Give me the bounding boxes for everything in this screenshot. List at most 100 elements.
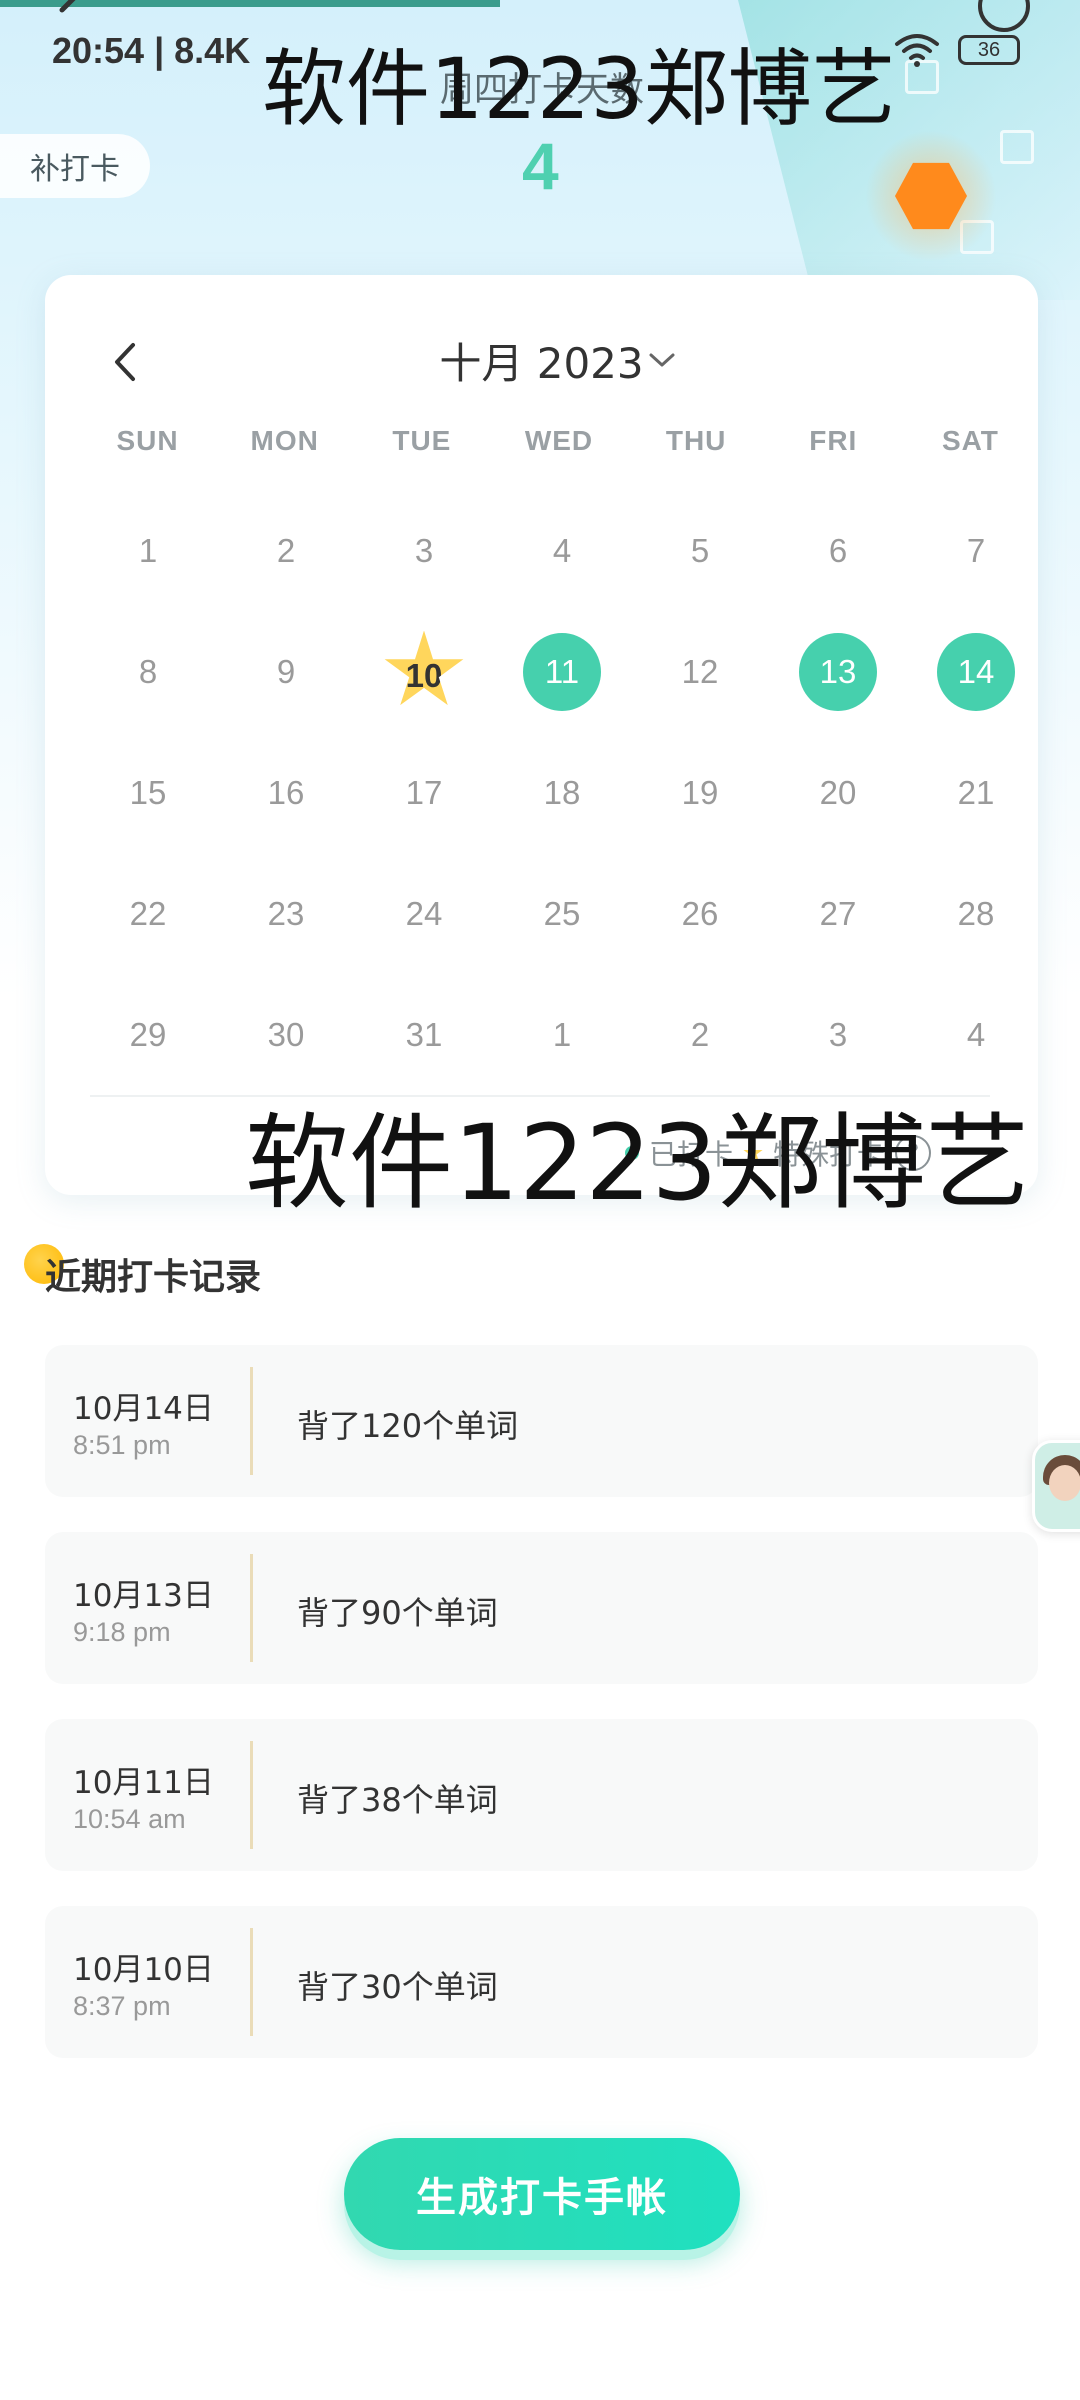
calendar-day[interactable]: 22 xyxy=(79,853,217,974)
calendar-week-row: 29 30 31 1 2 3 4 xyxy=(79,974,1045,1095)
back-icon[interactable] xyxy=(50,0,90,32)
calendar-day-number: 26 xyxy=(681,894,719,932)
calendar-day[interactable]: 3 xyxy=(355,490,493,611)
weekday-label: THU xyxy=(665,425,727,456)
record-item[interactable]: 10月10日 8:37 pm 背了30个单词 xyxy=(45,1906,1038,2058)
calendar-day-number: 24 xyxy=(405,894,443,932)
calendar-day-number: 1 xyxy=(138,531,158,569)
watermark-middle: 软件1223郑博艺 xyxy=(245,1102,1030,1224)
calendar-day[interactable]: 28 xyxy=(907,853,1045,974)
watermark-top: 软件1223郑博艺 xyxy=(262,40,896,138)
calendar-day-number: 2 xyxy=(690,1015,710,1053)
calendar-day[interactable]: 3 xyxy=(769,974,907,1095)
record-item[interactable]: 10月11日 10:54 am 背了38个单词 xyxy=(45,1719,1038,1871)
record-date: 10月10日 xyxy=(73,1952,214,1988)
weekday-label: WED xyxy=(524,425,594,456)
record-time: 8:37 pm xyxy=(73,1991,171,2021)
avatar-face xyxy=(1049,1465,1080,1501)
calendar-day[interactable]: 6 xyxy=(769,490,907,611)
record-separator xyxy=(250,1367,253,1475)
calendar-day[interactable]: 2 xyxy=(631,974,769,1095)
record-item[interactable]: 10月13日 9:18 pm 背了90个单词 xyxy=(45,1532,1038,1684)
calendar-day[interactable]: 17 xyxy=(355,732,493,853)
calendar-day-number: 25 xyxy=(543,894,581,932)
status-time: 20:54 | 8.4K xyxy=(52,30,251,71)
calendar-day[interactable]: 15 xyxy=(79,732,217,853)
calendar-day-number: 4 xyxy=(552,531,572,569)
record-separator xyxy=(250,1741,253,1849)
record-separator xyxy=(250,1554,253,1662)
calendar-day-number: 7 xyxy=(966,531,986,569)
calendar-day[interactable]: 12 xyxy=(631,611,769,732)
calendar-day[interactable]: 24 xyxy=(355,853,493,974)
weekday-label: SUN xyxy=(116,425,179,456)
calendar-day-number: 2 xyxy=(276,531,296,569)
record-date: 10月13日 xyxy=(73,1578,214,1614)
calendar-day[interactable]: 20 xyxy=(769,732,907,853)
calendar-day[interactable]: 31 xyxy=(355,974,493,1095)
record-date: 10月14日 xyxy=(73,1391,214,1427)
calendar-day-number: 18 xyxy=(543,773,581,811)
calendar-day-number: 14 xyxy=(937,632,1015,711)
calendar-day[interactable]: 1 xyxy=(493,974,631,1095)
record-separator xyxy=(250,1928,253,2036)
calendar-week-row: 22 23 24 25 26 27 28 xyxy=(79,853,1045,974)
calendar-day[interactable]: 25 xyxy=(493,853,631,974)
calendar-day-special[interactable]: 10 xyxy=(355,611,493,732)
calendar-grid: 1 2 3 4 5 6 7 8 9 10 11 12 13 14 15 16 17 18 19 20 21 22 23 24 2… xyxy=(79,490,1045,1095)
calendar-day-number: 27 xyxy=(819,894,857,932)
calendar-day-number: 3 xyxy=(828,1015,848,1053)
calendar-day[interactable]: 19 xyxy=(631,732,769,853)
calendar-day-number: 23 xyxy=(267,894,305,932)
weekday-label: SAT xyxy=(941,425,999,456)
calendar-day-checked[interactable]: 11 xyxy=(493,611,631,732)
weekday-header: SUN MON TUE WED THU FRI SAT xyxy=(79,425,1039,457)
calendar-day-number: 21 xyxy=(957,773,995,811)
records-list: 10月14日 8:51 pm 背了120个单词 10月13日 9:18 pm 背… xyxy=(45,1345,1038,2093)
calendar-day-number: 29 xyxy=(129,1015,167,1053)
calendar-day[interactable]: 4 xyxy=(907,974,1045,1095)
weekday-label: TUE xyxy=(392,425,452,456)
calendar-day-checked[interactable]: 13 xyxy=(769,611,907,732)
calendar-week-row: 8 9 10 11 12 13 14 xyxy=(79,611,1045,732)
calendar-day[interactable]: 2 xyxy=(217,490,355,611)
calendar-day[interactable]: 8 xyxy=(79,611,217,732)
calendar-day[interactable]: 9 xyxy=(217,611,355,732)
calendar-day-number: 22 xyxy=(129,894,167,932)
record-text: 背了90个单词 xyxy=(297,1594,498,1632)
calendar-day-checked[interactable]: 14 xyxy=(907,611,1045,732)
calendar-day-number: 4 xyxy=(966,1015,986,1053)
calendar-month-title[interactable]: 十月 2023 xyxy=(45,330,1038,391)
calendar-day[interactable]: 23 xyxy=(217,853,355,974)
calendar-day[interactable]: 18 xyxy=(493,732,631,853)
calendar-day[interactable]: 7 xyxy=(907,490,1045,611)
calendar-day-number: 8 xyxy=(138,652,158,690)
status-icons: 36 xyxy=(894,32,1020,68)
record-item[interactable]: 10月14日 8:51 pm 背了120个单词 xyxy=(45,1345,1038,1497)
calendar-day[interactable]: 16 xyxy=(217,732,355,853)
recent-records-title: 近期打卡记录 xyxy=(45,1257,262,1298)
weekday-label: FRI xyxy=(809,425,858,456)
calendar-day-number: 31 xyxy=(405,1015,443,1053)
decor-cube xyxy=(1000,130,1034,164)
calendar-day[interactable]: 30 xyxy=(217,974,355,1095)
calendar-day[interactable]: 26 xyxy=(631,853,769,974)
calendar-day-number: 28 xyxy=(957,894,995,932)
makeup-checkin-button[interactable]: 补打卡 xyxy=(0,134,150,198)
calendar-day[interactable]: 27 xyxy=(769,853,907,974)
calendar-day[interactable]: 4 xyxy=(493,490,631,611)
generate-journal-button[interactable]: 生成打卡手帐 xyxy=(344,2138,740,2250)
assistant-avatar[interactable] xyxy=(1032,1440,1080,1532)
calendar-day[interactable]: 1 xyxy=(79,490,217,611)
calendar-day-number: 9 xyxy=(276,652,296,690)
calendar-day[interactable]: 5 xyxy=(631,490,769,611)
calendar-day-number: 16 xyxy=(267,773,305,811)
record-date: 10月11日 xyxy=(73,1765,214,1801)
calendar-day[interactable]: 21 xyxy=(907,732,1045,853)
calendar-week-row: 1 2 3 4 5 6 7 xyxy=(79,490,1045,611)
calendar-day-number: 5 xyxy=(690,531,710,569)
chevron-down-icon[interactable] xyxy=(645,347,679,373)
calendar-day[interactable]: 29 xyxy=(79,974,217,1095)
calendar-day-number: 10 xyxy=(384,630,464,706)
calendar-day-number: 6 xyxy=(828,531,848,569)
